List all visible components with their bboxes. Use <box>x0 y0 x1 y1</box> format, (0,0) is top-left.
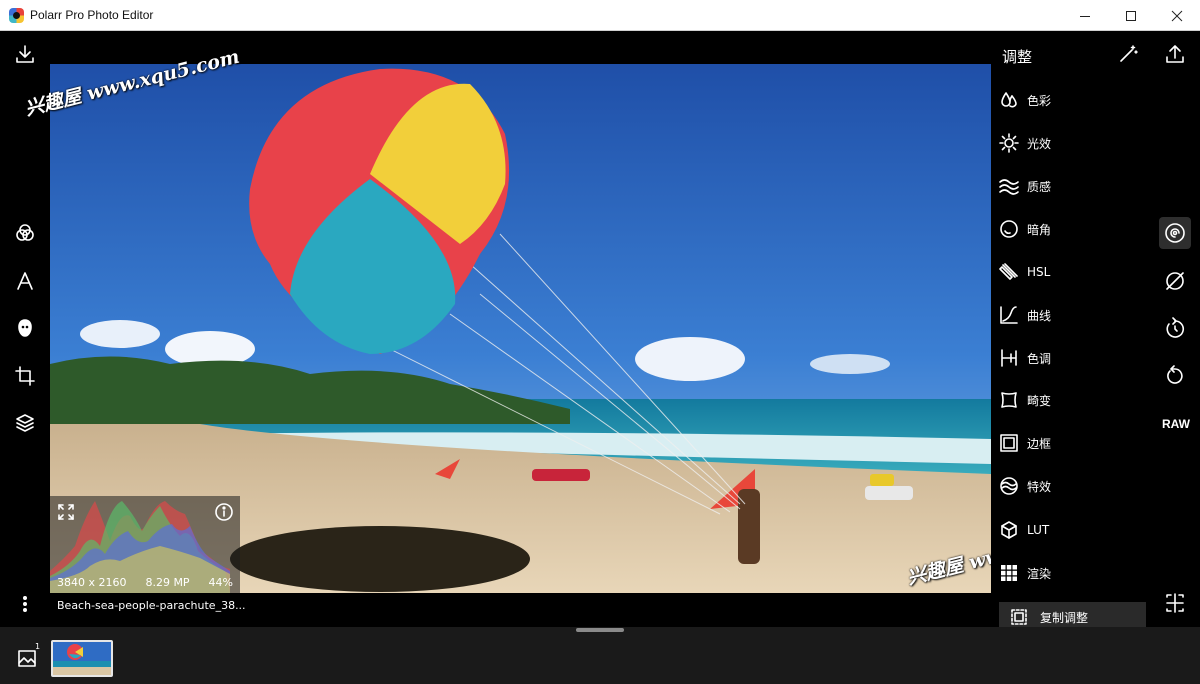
panel-title: 调整 <box>1002 48 1033 66</box>
image-filename: Beach-sea-people-parachute_38... <box>57 599 246 612</box>
brush-icon <box>999 262 1019 282</box>
split-view-icon[interactable] <box>1159 587 1191 619</box>
text-icon[interactable] <box>13 269 37 293</box>
face-icon[interactable] <box>13 316 37 340</box>
menu-item-light[interactable]: 光效 <box>999 131 1051 155</box>
sun-icon <box>999 133 1019 153</box>
toning-icon <box>999 348 1019 368</box>
drops-icon <box>999 90 1019 110</box>
menu-item-border[interactable]: 边框 <box>999 431 1051 455</box>
expand-icon[interactable] <box>56 502 76 522</box>
app-logo-icon <box>9 8 24 23</box>
distortion-icon <box>999 390 1019 410</box>
share-icon[interactable] <box>1163 42 1187 66</box>
border-icon <box>999 433 1019 453</box>
menu-item-hsl[interactable]: HSL <box>999 260 1050 284</box>
undo-history-icon[interactable] <box>1159 312 1191 344</box>
menu-item-effects[interactable]: 特效 <box>999 474 1051 498</box>
window-title: Polarr Pro Photo Editor <box>30 8 154 22</box>
more-vertical-icon[interactable] <box>13 592 37 616</box>
menu-item-lut[interactable]: LUT <box>999 518 1049 542</box>
filmstrip-thumbnail[interactable] <box>51 640 113 677</box>
magic-wand-icon[interactable] <box>1116 42 1140 66</box>
menu-item-distortion[interactable]: 畸变 <box>999 388 1051 412</box>
maximize-button[interactable] <box>1108 0 1154 31</box>
effects-icon <box>999 476 1019 496</box>
reset-icon[interactable] <box>1159 360 1191 392</box>
panel-resize-handle[interactable] <box>576 628 624 632</box>
menu-item-vignette[interactable]: 暗角 <box>999 217 1051 241</box>
info-icon[interactable] <box>213 501 235 523</box>
title-bar: Polarr Pro Photo Editor <box>0 0 1200 31</box>
cube-icon <box>999 520 1019 540</box>
spiral-icon[interactable] <box>1159 217 1191 249</box>
menu-item-texture[interactable]: 质感 <box>999 174 1051 198</box>
image-resolution: 3840 x 2160 <box>57 576 127 589</box>
raw-toggle[interactable]: RAW <box>1162 417 1190 431</box>
grid-icon <box>999 563 1019 583</box>
layers-icon[interactable] <box>13 411 37 435</box>
waves-icon <box>999 176 1019 196</box>
minimize-button[interactable] <box>1062 0 1108 31</box>
menu-item-color[interactable]: 色彩 <box>999 88 1051 112</box>
filmstrip <box>0 627 1200 684</box>
image-count: 1 <box>35 642 41 651</box>
compare-icon[interactable] <box>1159 265 1191 297</box>
curve-icon <box>999 305 1019 325</box>
image-info: 3840 x 2160 8.29 MP 44% <box>57 576 233 589</box>
thumbnail-image <box>53 642 111 675</box>
menu-item-render[interactable]: 渲染 <box>999 561 1051 585</box>
menu-item-curves[interactable]: 曲线 <box>999 303 1051 327</box>
vignette-icon <box>999 219 1019 239</box>
image-megapixels: 8.29 MP <box>145 576 190 589</box>
filters-icon[interactable] <box>13 221 37 245</box>
crop-icon[interactable] <box>13 364 37 388</box>
download-icon[interactable] <box>13 42 37 66</box>
copy-icon <box>1009 607 1029 627</box>
close-button[interactable] <box>1154 0 1200 31</box>
zoom-level: 44% <box>208 576 233 589</box>
menu-item-toning[interactable]: 色调 <box>999 346 1051 370</box>
